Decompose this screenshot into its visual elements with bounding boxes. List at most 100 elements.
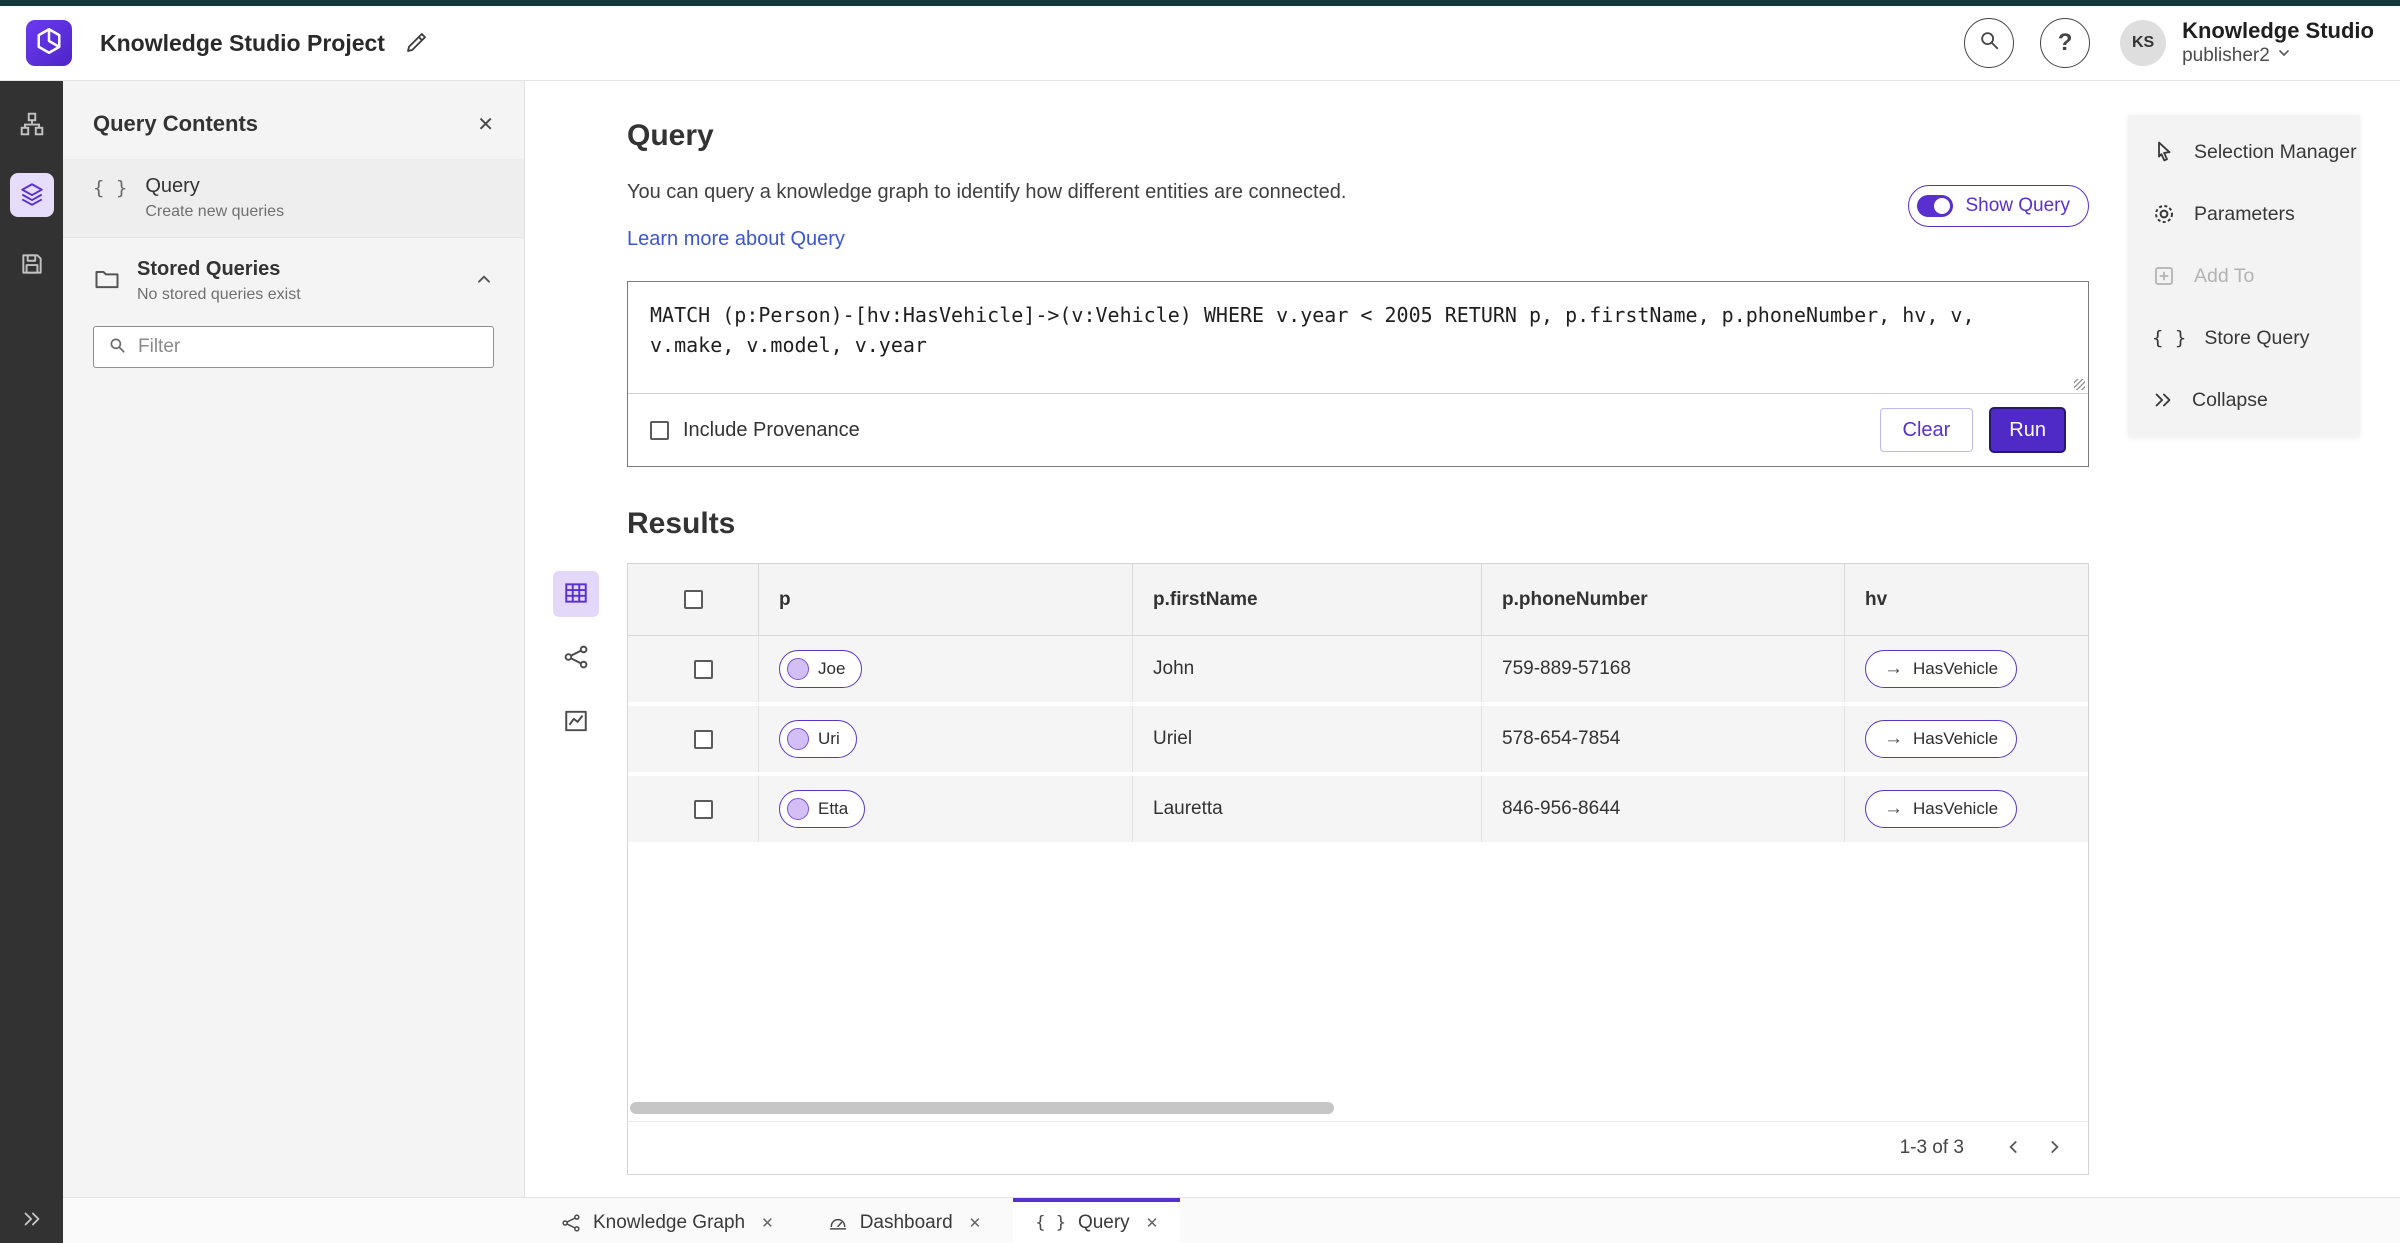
node-pill[interactable]: Etta <box>779 790 866 828</box>
horizontal-scrollbar[interactable] <box>630 1102 1334 1114</box>
rail-project-tree-button[interactable] <box>10 103 54 147</box>
next-page-button[interactable] <box>2034 1128 2074 1168</box>
query-item-sublabel: Create new queries <box>145 203 285 220</box>
filter-input[interactable] <box>138 336 479 358</box>
store-query-item[interactable]: { } Store Query <box>2128 307 2360 369</box>
node-label: Uri <box>818 729 840 748</box>
account-info[interactable]: Knowledge Studio publisher2 <box>2182 18 2374 67</box>
table-row[interactable]: Etta Lauretta 846-956-8644 → HasVehicle <box>628 776 2088 846</box>
row-checkbox[interactable] <box>693 729 713 749</box>
row-checkbox-cell <box>628 636 759 702</box>
p-cell: Uri <box>759 706 1133 772</box>
query-contents-panel: Query Contents ✕ { } Query Create new qu… <box>63 81 525 1197</box>
help-button[interactable]: ? <box>2040 18 2091 68</box>
column-header-p[interactable]: p <box>759 564 1133 635</box>
phonenumber-cell: 759-889-57168 <box>1482 636 1845 702</box>
query-item-label: Query <box>145 175 200 197</box>
chevron-right-icon <box>2044 1137 2064 1160</box>
p-cell: Joe <box>759 636 1133 702</box>
close-icon[interactable]: ✕ <box>761 1214 774 1232</box>
add-to-icon <box>2152 264 2176 288</box>
node-dot-icon <box>787 798 809 820</box>
braces-icon: { } <box>1035 1212 1066 1233</box>
table-row[interactable]: Joe John 759-889-57168 → HasVehicle <box>628 636 2088 706</box>
arrow-right-icon: → <box>1884 658 1903 679</box>
rail-save-button[interactable] <box>10 243 54 287</box>
firstname-cell: Lauretta <box>1133 776 1482 842</box>
graph-icon <box>561 1213 581 1233</box>
user-role: publisher2 <box>2182 44 2270 66</box>
node-pill[interactable]: Uri <box>779 720 857 758</box>
run-button[interactable]: Run <box>1989 407 2066 453</box>
firstname-cell: Uriel <box>1133 706 1482 772</box>
tab-label: Query <box>1077 1211 1130 1233</box>
relationship-pill[interactable]: → HasVehicle <box>1865 650 2018 688</box>
rail-layers-button[interactable] <box>9 173 54 217</box>
node-pill[interactable]: Joe <box>779 650 863 688</box>
edit-title-button[interactable] <box>405 30 429 57</box>
question-icon: ? <box>2057 29 2073 56</box>
stored-queries-label: Stored Queries <box>137 258 281 280</box>
chevrons-right-icon <box>21 1208 43 1233</box>
table-row[interactable]: Uri Uriel 578-654-7854 → HasVehicle <box>628 706 2088 776</box>
hv-cell: → HasVehicle <box>1845 706 2088 772</box>
app-logo[interactable] <box>26 20 72 66</box>
chart-icon <box>563 708 589 737</box>
node-label: Joe <box>818 659 846 678</box>
column-header-hv[interactable]: hv <box>1845 564 2088 635</box>
show-query-toggle[interactable]: Show Query <box>1908 185 2089 227</box>
chevron-down-icon <box>2276 45 2292 68</box>
avatar[interactable]: KS <box>2120 20 2167 66</box>
tab-query[interactable]: { } Query ✕ <box>1013 1198 1181 1243</box>
node-label: Etta <box>818 799 849 818</box>
clear-button[interactable]: Clear <box>1879 408 1974 452</box>
chart-view-button[interactable] <box>553 699 599 745</box>
rail-expand-button[interactable] <box>0 1208 63 1233</box>
tab-knowledge-graph[interactable]: Knowledge Graph ✕ <box>539 1198 796 1243</box>
row-checkbox[interactable] <box>693 659 713 679</box>
tool-label: Store Query <box>2204 326 2310 349</box>
app-window: Knowledge Studio Project ? KS Knowledge … <box>0 0 2400 1243</box>
collapse-section-button[interactable] <box>474 270 494 293</box>
close-icon[interactable]: ✕ <box>1146 1214 1159 1232</box>
tab-dashboard[interactable]: Dashboard ✕ <box>806 1198 1004 1243</box>
stored-queries-section[interactable]: Stored Queries No stored queries exist <box>63 238 524 316</box>
relationship-label: HasVehicle <box>1913 799 1999 818</box>
column-header-phonenumber[interactable]: p.phoneNumber <box>1482 564 1845 635</box>
parameters-item[interactable]: Parameters <box>2128 183 2360 245</box>
close-icon[interactable]: ✕ <box>969 1214 982 1232</box>
panel-close-button[interactable]: ✕ <box>477 112 494 137</box>
p-cell: Etta <box>759 776 1133 842</box>
results-view-switcher <box>553 571 599 745</box>
page-title: Query <box>627 119 714 152</box>
row-checkbox-cell <box>628 706 759 772</box>
select-all-checkbox[interactable] <box>683 590 703 609</box>
collapse-panel-item[interactable]: Collapse <box>2128 369 2360 431</box>
stored-queries-sublabel: No stored queries exist <box>137 286 301 303</box>
column-header-firstname[interactable]: p.firstName <box>1133 564 1482 635</box>
query-actions-bar: Include Provenance Clear Run <box>628 394 2088 466</box>
learn-more-link[interactable]: Learn more about Query <box>627 228 845 251</box>
table-view-button[interactable] <box>553 571 599 617</box>
previous-page-button[interactable] <box>1994 1128 2034 1168</box>
relationship-pill[interactable]: → HasVehicle <box>1865 790 2018 828</box>
braces-icon: { } <box>2152 327 2187 349</box>
search-button[interactable] <box>1964 18 2015 68</box>
results-table-card: p p.firstName p.phoneNumber hv Joe John … <box>627 563 2089 1175</box>
include-provenance-checkbox[interactable] <box>650 420 669 440</box>
network-icon <box>563 644 589 673</box>
tool-label: Collapse <box>2192 388 2268 411</box>
query-editor[interactable]: MATCH (p:Person)-[hv:HasVehicle]->(v:Veh… <box>628 282 2088 394</box>
row-checkbox[interactable] <box>693 799 713 819</box>
graph-view-button[interactable] <box>553 635 599 681</box>
query-list-item[interactable]: { } Query Create new queries <box>63 159 524 238</box>
main-content: Query You can query a knowledge graph to… <box>525 81 2400 1197</box>
relationship-pill[interactable]: → HasVehicle <box>1865 720 2018 758</box>
tab-label: Knowledge Graph <box>593 1211 746 1233</box>
pointer-icon <box>2152 140 2176 164</box>
arrow-right-icon: → <box>1884 728 1903 749</box>
hv-cell: → HasVehicle <box>1845 636 2088 702</box>
close-icon: ✕ <box>477 113 494 136</box>
chevron-left-icon <box>2004 1137 2024 1160</box>
selection-manager-item[interactable]: Selection Manager <box>2128 121 2360 183</box>
